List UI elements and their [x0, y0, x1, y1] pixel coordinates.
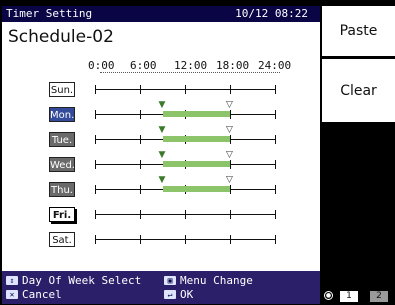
datetime: 10/12 08:22 [235, 7, 308, 20]
status-cancel: ✕ Cancel [6, 288, 62, 301]
page-2[interactable]: 2 [370, 291, 388, 302]
on-time-marker-icon: ▼ [158, 175, 166, 185]
status-day-select-label: Day Of Week Select [22, 274, 142, 287]
day-button-wed[interactable]: Wed. [49, 157, 75, 172]
timer-setting-window: Timer Setting 10/12 08:22 Schedule-02 0:… [2, 6, 320, 304]
cancel-icon: ✕ [6, 290, 18, 299]
timeline-tick [230, 235, 231, 244]
day-button-fri[interactable]: Fri. [49, 207, 75, 222]
timeline-tick [275, 185, 276, 194]
timeline-tick [140, 160, 141, 169]
axis-label: 12:00 [174, 59, 208, 72]
paste-button[interactable]: Paste [322, 6, 395, 56]
timeline-tick [275, 85, 276, 94]
status-ok-label: OK [180, 288, 194, 301]
timeline-tick [95, 85, 96, 94]
timeline-tick [95, 185, 96, 194]
timeline-tick [275, 210, 276, 219]
timeline-tick [230, 185, 231, 194]
status-bar: ⇕ Day Of Week Select ▣ Menu Change ✕ Can… [2, 271, 320, 304]
off-time-marker-icon: ▽ [226, 175, 233, 185]
day-button-thu[interactable]: Thu. [49, 182, 75, 197]
axis-label: 24:00 [258, 59, 292, 72]
menu-icon: ▣ [164, 276, 176, 285]
day-button-sat[interactable]: Sat. [49, 232, 75, 247]
status-day-select: ⇕ Day Of Week Select [6, 274, 141, 287]
on-period-bar [162, 136, 230, 142]
axis-label: 0:00 [88, 59, 115, 72]
timeline-tick [230, 110, 231, 119]
timeline-tick [275, 135, 276, 144]
timeline-tick [230, 85, 231, 94]
timeline-tick [185, 210, 186, 219]
on-time-marker-icon: ▼ [158, 150, 166, 160]
day-button-sun[interactable]: Sun. [49, 82, 75, 97]
enter-icon: ↵ [164, 290, 176, 299]
off-time-marker-icon: ▽ [226, 100, 233, 110]
timeline-tick [185, 235, 186, 244]
eye-icon: ● [324, 291, 333, 300]
off-time-marker-icon: ▽ [226, 125, 233, 135]
timeline-tick [95, 160, 96, 169]
timeline-tick [140, 185, 141, 194]
page-indicator: ● 1 2 [322, 288, 395, 305]
axis-guide [100, 72, 280, 73]
side-panel: Paste Clear ● 1 2 [322, 6, 395, 305]
status-menu-change-label: Menu Change [180, 274, 253, 287]
timeline-tick [140, 210, 141, 219]
clear-button[interactable]: Clear [322, 59, 395, 122]
window-title: Timer Setting [6, 7, 93, 20]
timeline-tick [140, 85, 141, 94]
timeline-tick [95, 235, 96, 244]
timeline-tick [230, 160, 231, 169]
timeline-tick [275, 160, 276, 169]
day-button-mon[interactable]: Mon. [49, 107, 75, 122]
timeline-tick [140, 135, 141, 144]
axis-label: 18:00 [216, 59, 250, 72]
on-period-bar [162, 186, 230, 192]
timeline-tick [95, 135, 96, 144]
timeline-tick [140, 110, 141, 119]
status-cancel-label: Cancel [22, 288, 62, 301]
timeline-tick [275, 110, 276, 119]
timeline-tick [230, 135, 231, 144]
timeline-tick [140, 235, 141, 244]
on-time-marker-icon: ▼ [158, 125, 166, 135]
status-menu-change: ▣ Menu Change [164, 274, 253, 287]
off-time-marker-icon: ▽ [226, 150, 233, 160]
timeline-tick [185, 85, 186, 94]
on-period-bar [162, 111, 230, 117]
timeline-tick [275, 235, 276, 244]
status-ok: ↵ OK [164, 288, 193, 301]
screen: Timer Setting 10/12 08:22 Schedule-02 0:… [0, 0, 395, 305]
up-down-icon: ⇕ [6, 276, 18, 285]
timeline-tick [95, 210, 96, 219]
timeline-tick [230, 210, 231, 219]
on-time-marker-icon: ▼ [158, 100, 166, 110]
on-period-bar [162, 161, 230, 167]
schedule-name: Schedule-02 [8, 27, 114, 47]
day-button-tue[interactable]: Tue. [49, 132, 75, 147]
timeline-tick [95, 110, 96, 119]
axis-label: 6:00 [130, 59, 157, 72]
page-1[interactable]: 1 [340, 291, 358, 302]
schedule-panel: Schedule-02 0:00 6:00 12:00 18:00 24:00 … [2, 22, 320, 271]
title-bar: Timer Setting 10/12 08:22 [2, 6, 320, 22]
